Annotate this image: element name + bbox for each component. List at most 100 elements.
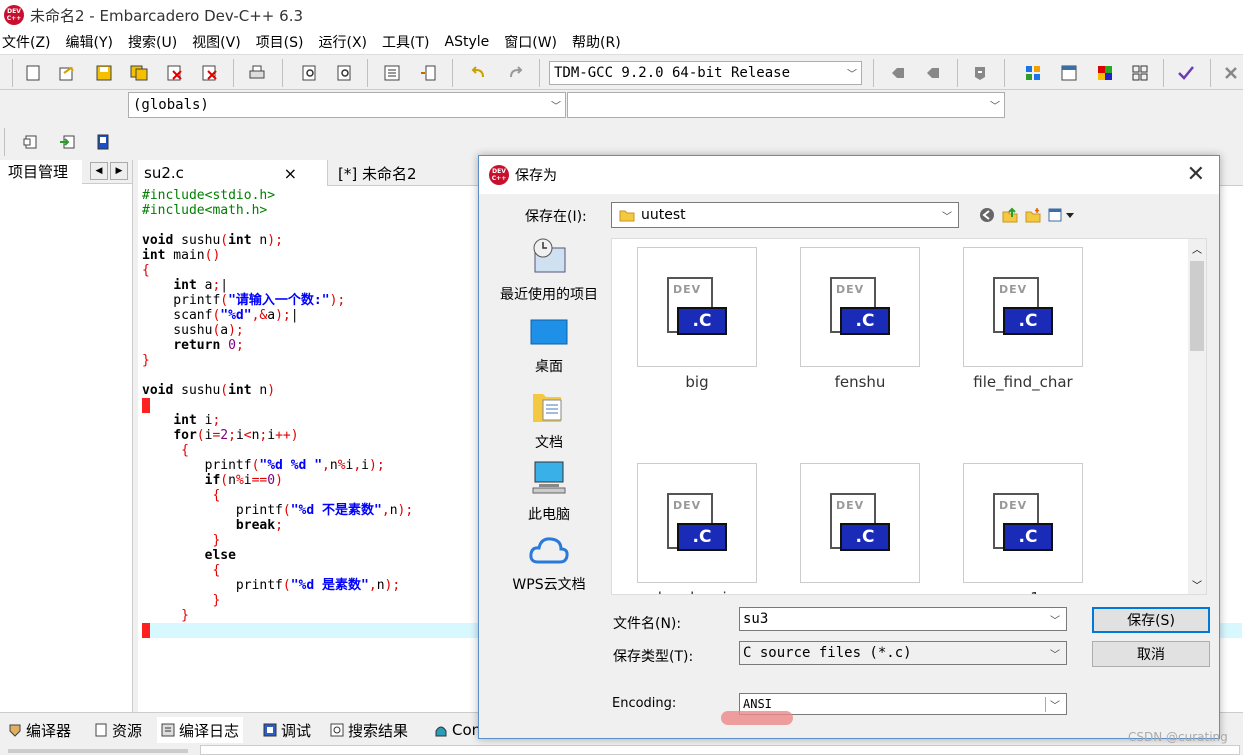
menu-view[interactable]: 视图(V): [192, 32, 241, 52]
compiler-select[interactable]: TDM-GCC 9.2.0 64-bit Release ﹀: [549, 61, 862, 85]
menu-search[interactable]: 搜索(U): [128, 32, 177, 52]
file-item[interactable]: DEV .C file_find_char: [963, 247, 1083, 391]
filename-input[interactable]: su3 ﹀: [739, 607, 1067, 631]
close-all-icon[interactable]: [199, 62, 221, 84]
save-in-select[interactable]: uutest ﹀: [611, 202, 959, 228]
view-menu-icon[interactable]: [1047, 204, 1077, 226]
window-panel-icon[interactable]: [1058, 62, 1080, 84]
new-folder-icon[interactable]: [1022, 204, 1044, 226]
bookmark-next-icon[interactable]: [922, 62, 944, 84]
dialog-title: 保存为: [515, 168, 557, 184]
replace-icon[interactable]: [334, 62, 356, 84]
file-item[interactable]: DEV.C mg: [800, 463, 920, 594]
bookmark-prev-icon[interactable]: [887, 62, 909, 84]
place-wps-cloud[interactable]: WPS云文档: [487, 534, 611, 594]
devcpp-logo-icon: DEV C++: [4, 5, 24, 25]
save-all-icon[interactable]: [128, 62, 150, 84]
place-label: 最近使用的项目: [500, 287, 598, 303]
menu-window[interactable]: 窗口(W): [504, 32, 557, 52]
layout-grid-icon[interactable]: [1022, 62, 1044, 84]
resources-icon: [95, 723, 107, 737]
print-icon[interactable]: [246, 62, 268, 84]
menu-run[interactable]: 运行(X): [319, 32, 368, 52]
cloud-icon: [529, 537, 569, 564]
tab-su2[interactable]: su2.c ×: [138, 160, 328, 186]
place-this-pc[interactable]: 此电脑: [487, 460, 611, 524]
tab-untitled2[interactable]: [*] 未命名2: [328, 160, 423, 186]
undo-icon[interactable]: [468, 62, 490, 84]
redo-icon[interactable]: [504, 62, 526, 84]
tab-compile-log[interactable]: 编译日志: [157, 717, 244, 743]
toolbar-divider: [1004, 59, 1005, 87]
place-label: 桌面: [535, 359, 563, 375]
debug-icon: [263, 723, 277, 737]
menu-tools[interactable]: 工具(T): [382, 32, 429, 52]
add-to-project-icon[interactable]: [56, 131, 78, 153]
file-item[interactable]: DEV.C longlongin: [637, 463, 757, 594]
indent-icon[interactable]: [381, 62, 403, 84]
file-item[interactable]: DEV .C fenshu: [800, 247, 920, 391]
stop-icon[interactable]: [1220, 62, 1242, 84]
menu-project[interactable]: 项目(S): [256, 32, 304, 52]
tab-resources[interactable]: 资源: [90, 717, 146, 743]
place-recent[interactable]: 最近使用的项目: [487, 238, 611, 304]
save-icon[interactable]: [93, 62, 115, 84]
scroll-up-icon[interactable]: ︿: [1192, 241, 1202, 256]
tab-scroll-left-icon[interactable]: ◀: [90, 162, 108, 180]
place-desktop[interactable]: 桌面: [487, 318, 611, 376]
unindent-icon[interactable]: [417, 62, 439, 84]
chevron-down-icon: ﹀: [1050, 615, 1060, 627]
cancel-button[interactable]: 取消: [1092, 641, 1210, 667]
watermark: CSDN @curating: [1128, 730, 1228, 744]
menu-file[interactable]: 文件(Z): [2, 32, 51, 52]
close-file-icon[interactable]: [164, 62, 186, 84]
chevron-down-icon: ﹀: [990, 101, 1000, 113]
symbol-select[interactable]: ﹀: [567, 92, 1005, 118]
tile-windows-icon[interactable]: [1129, 62, 1151, 84]
scrollbar-thumb[interactable]: [1190, 261, 1204, 351]
place-label: 此电脑: [528, 507, 570, 523]
tab-console[interactable]: Con: [430, 717, 485, 743]
scope-select[interactable]: (globals) ﹀: [128, 92, 566, 118]
close-icon[interactable]: ×: [284, 164, 297, 183]
file-list: DEV .C big DEV .C fenshu DEV .C file_find_c…: [611, 238, 1207, 595]
filetype-select[interactable]: C source files (*.c) ﹀: [739, 641, 1067, 665]
tab-compiler[interactable]: 编译器: [4, 717, 75, 743]
file-item[interactable]: DEV .C big: [637, 247, 757, 391]
new-file-icon[interactable]: [22, 62, 44, 84]
scroll-down-icon[interactable]: ﹀: [1192, 577, 1202, 592]
project-panel-title[interactable]: 项目管理: [0, 159, 82, 184]
file-name: fenshu: [834, 373, 886, 391]
find-icon[interactable]: [299, 62, 321, 84]
color-palette-icon[interactable]: [1094, 62, 1116, 84]
folder-icon: [619, 210, 635, 222]
brace-match-marker: [142, 398, 150, 413]
menu-astyle[interactable]: AStyle: [445, 34, 490, 50]
file-name: longlongin: [637, 589, 757, 594]
toolbar-divider: [282, 59, 283, 87]
file-list-scrollbar[interactable]: ︿ ﹀: [1188, 239, 1206, 594]
class-browser-icon[interactable]: [20, 131, 42, 153]
close-icon[interactable]: ✕: [1187, 162, 1205, 187]
compiler-icon: [9, 724, 21, 737]
tab-scroll-right-icon[interactable]: ▶: [110, 162, 128, 180]
c-file-icon: DEV .C: [667, 493, 727, 553]
tab-debug[interactable]: 调试: [259, 717, 315, 743]
open-file-icon[interactable]: [56, 62, 78, 84]
save-button[interactable]: 保存(S): [1092, 607, 1210, 633]
place-label: WPS云文档: [512, 577, 586, 593]
project-options-icon[interactable]: [92, 131, 114, 153]
goto-line-icon[interactable]: [969, 62, 991, 84]
back-icon[interactable]: [976, 204, 998, 226]
place-documents[interactable]: 文档: [487, 388, 611, 452]
main-toolbar: TDM-GCC 9.2.0 64-bit Release ﹀: [0, 54, 1243, 90]
toolbar-divider: [367, 59, 368, 87]
menu-help[interactable]: 帮助(R): [572, 32, 621, 52]
check-syntax-icon[interactable]: [1175, 62, 1197, 84]
file-thumbnail: DEV .C: [800, 247, 920, 367]
up-folder-icon[interactable]: [999, 204, 1021, 226]
toolbar-divider: [873, 59, 874, 87]
menu-edit[interactable]: 编辑(Y): [66, 32, 113, 52]
file-item[interactable]: DEV.C mg1: [963, 463, 1083, 594]
tab-search-results[interactable]: 搜索结果: [326, 717, 412, 743]
